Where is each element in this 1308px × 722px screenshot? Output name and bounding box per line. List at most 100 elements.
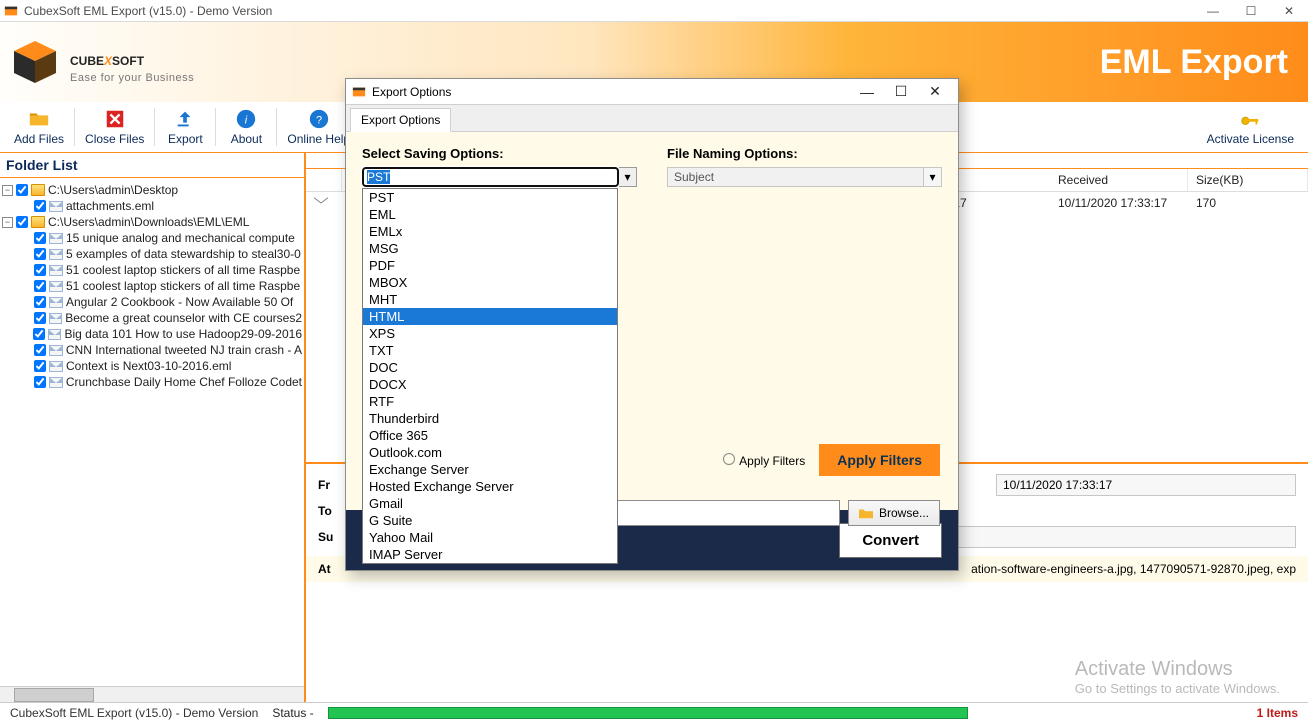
detail-date-value: 10/11/2020 17:33:17 xyxy=(996,474,1296,496)
tree-checkbox[interactable] xyxy=(34,264,46,276)
windows-activation-watermark: Activate Windows Go to Settings to activ… xyxy=(1075,658,1280,696)
apply-filters-radio[interactable]: Apply Filters xyxy=(723,453,805,468)
app-icon xyxy=(4,4,18,18)
tab-export-options[interactable]: Export Options xyxy=(350,108,451,132)
folder-icon xyxy=(859,506,873,520)
tree-file-node[interactable]: 51 coolest laptop stickers of all time R… xyxy=(20,278,302,294)
export-arrow-icon xyxy=(174,108,196,130)
status-app-name: CubexSoft EML Export (v15.0) - Demo Vers… xyxy=(10,706,258,720)
tree-file-node[interactable]: Become a great counselor with CE courses… xyxy=(20,310,302,326)
dropdown-option[interactable]: Exchange Server xyxy=(363,461,617,478)
status-progress-bar xyxy=(328,707,968,719)
dropdown-option[interactable]: HTML xyxy=(363,308,617,325)
tree-checkbox[interactable] xyxy=(34,296,46,308)
chevron-down-icon[interactable]: ▾ xyxy=(924,167,942,187)
tree-checkbox[interactable] xyxy=(34,344,46,356)
dropdown-option[interactable]: Yahoo Mail xyxy=(363,529,617,546)
brand-tagline: Ease for your Business xyxy=(70,73,194,84)
dropdown-option[interactable]: RTF xyxy=(363,393,617,410)
dropdown-option[interactable]: DOCX xyxy=(363,376,617,393)
dialog-close-button[interactable]: ✕ xyxy=(918,83,952,100)
dropdown-option[interactable]: Gmail xyxy=(363,495,617,512)
cell-received: 10/11/2020 17:33:17 xyxy=(1050,192,1188,217)
tree-file-node[interactable]: 5 examples of data stewardship to steal3… xyxy=(20,246,302,262)
tree-file-node[interactable]: Crunchbase Daily Home Chef Folloze Codet xyxy=(20,374,302,390)
dropdown-option[interactable]: IMAP Server xyxy=(363,546,617,563)
tree-folder-node[interactable]: −C:\Users\admin\Desktop xyxy=(2,182,302,198)
tree-checkbox[interactable] xyxy=(34,376,46,388)
tree-file-node[interactable]: Angular 2 Cookbook - Now Available 50 Of xyxy=(20,294,302,310)
apply-filters-button[interactable]: Apply Filters xyxy=(819,444,940,476)
dropdown-option[interactable]: MHT xyxy=(363,291,617,308)
dropdown-option[interactable]: XPS xyxy=(363,325,617,342)
dropdown-option[interactable]: TXT xyxy=(363,342,617,359)
about-button[interactable]: i About xyxy=(218,102,274,152)
dialog-title: Export Options xyxy=(372,85,451,99)
tree-file-node[interactable]: attachments.eml xyxy=(20,198,302,214)
tree-file-node[interactable]: Context is Next03-10-2016.eml xyxy=(20,358,302,374)
saving-options-input[interactable] xyxy=(362,167,619,187)
column-size[interactable]: Size(KB) xyxy=(1188,169,1308,191)
dropdown-option[interactable]: Thunderbird xyxy=(363,410,617,427)
dropdown-option[interactable]: Outlook.com xyxy=(363,444,617,461)
mail-icon xyxy=(49,233,63,244)
activate-license-button[interactable]: Activate License xyxy=(1199,106,1302,148)
dropdown-option[interactable]: PDF xyxy=(363,257,617,274)
tree-file-node[interactable]: 15 unique analog and mechanical compute xyxy=(20,230,302,246)
dropdown-option[interactable]: Office 365 xyxy=(363,427,617,444)
dropdown-option[interactable]: PST xyxy=(363,189,617,206)
dropdown-option[interactable]: G Suite xyxy=(363,512,617,529)
dropdown-option[interactable]: MSG xyxy=(363,240,617,257)
status-item-count: 1 Items xyxy=(1257,706,1298,720)
horizontal-scrollbar[interactable] xyxy=(0,686,304,702)
tree-label: Crunchbase Daily Home Chef Folloze Codet xyxy=(66,375,302,389)
tree-checkbox[interactable] xyxy=(34,280,46,292)
file-naming-label: File Naming Options: xyxy=(667,146,942,161)
tree-checkbox[interactable] xyxy=(34,248,46,260)
tree-folder-node[interactable]: −C:\Users\admin\Downloads\EML\EML xyxy=(2,214,302,230)
close-files-button[interactable]: Close Files xyxy=(77,102,152,152)
dropdown-option[interactable]: MBOX xyxy=(363,274,617,291)
tree-checkbox[interactable] xyxy=(34,312,46,324)
dialog-minimize-button[interactable]: — xyxy=(850,84,884,100)
export-options-dialog: Export Options — ☐ ✕ Export Options Sele… xyxy=(345,78,959,571)
column-icon[interactable] xyxy=(306,169,342,191)
tree-label: 15 unique analog and mechanical compute xyxy=(66,231,295,245)
tree-file-node[interactable]: CNN International tweeted NJ train crash… xyxy=(20,342,302,358)
brand-name: CUBEXSOFT xyxy=(70,41,194,71)
dropdown-option[interactable]: EML xyxy=(363,206,617,223)
brand-area: CUBEXSOFT Ease for your Business xyxy=(10,37,194,87)
collapse-icon[interactable]: − xyxy=(2,217,13,228)
tree-file-node[interactable]: Big data 101 How to use Hadoop29-09-2016 xyxy=(20,326,302,342)
export-button[interactable]: Export xyxy=(157,102,213,152)
tree-checkbox[interactable] xyxy=(16,216,28,228)
collapse-icon[interactable]: − xyxy=(2,185,13,196)
window-maximize-button[interactable]: ☐ xyxy=(1244,4,1258,18)
mail-icon xyxy=(48,329,61,340)
tree-checkbox[interactable] xyxy=(16,184,28,196)
saving-options-dropdown-list[interactable]: PSTEMLEMLxMSGPDFMBOXMHTHTMLXPSTXTDOCDOCX… xyxy=(362,188,618,564)
convert-button[interactable]: Convert xyxy=(839,523,942,558)
dropdown-option[interactable]: EMLx xyxy=(363,223,617,240)
file-naming-combo[interactable]: Subject ▾ xyxy=(667,167,942,187)
tree-label: attachments.eml xyxy=(66,199,154,213)
saving-options-combo[interactable]: ▾ xyxy=(362,167,637,187)
dialog-maximize-button[interactable]: ☐ xyxy=(884,83,918,100)
browse-button[interactable]: Browse... xyxy=(848,500,940,526)
add-files-button[interactable]: Add Files xyxy=(6,102,72,152)
tree-checkbox[interactable] xyxy=(34,360,46,372)
tree-checkbox[interactable] xyxy=(34,232,46,244)
window-minimize-button[interactable]: — xyxy=(1206,4,1220,18)
chevron-down-icon[interactable]: ▾ xyxy=(619,167,637,187)
folder-list-pane: Folder List −C:\Users\admin\Desktopattac… xyxy=(0,153,306,702)
dropdown-option[interactable]: DOC xyxy=(363,359,617,376)
folder-tree[interactable]: −C:\Users\admin\Desktopattachments.eml−C… xyxy=(0,178,304,686)
tree-file-node[interactable]: 51 coolest laptop stickers of all time R… xyxy=(20,262,302,278)
column-received[interactable]: Received xyxy=(1050,169,1188,191)
dropdown-option[interactable]: Hosted Exchange Server xyxy=(363,478,617,495)
tree-checkbox[interactable] xyxy=(33,328,45,340)
window-titlebar: CubexSoft EML Export (v15.0) - Demo Vers… xyxy=(0,0,1308,22)
tree-checkbox[interactable] xyxy=(34,200,46,212)
folder-plus-icon xyxy=(28,108,50,130)
window-close-button[interactable]: ✕ xyxy=(1282,4,1296,18)
